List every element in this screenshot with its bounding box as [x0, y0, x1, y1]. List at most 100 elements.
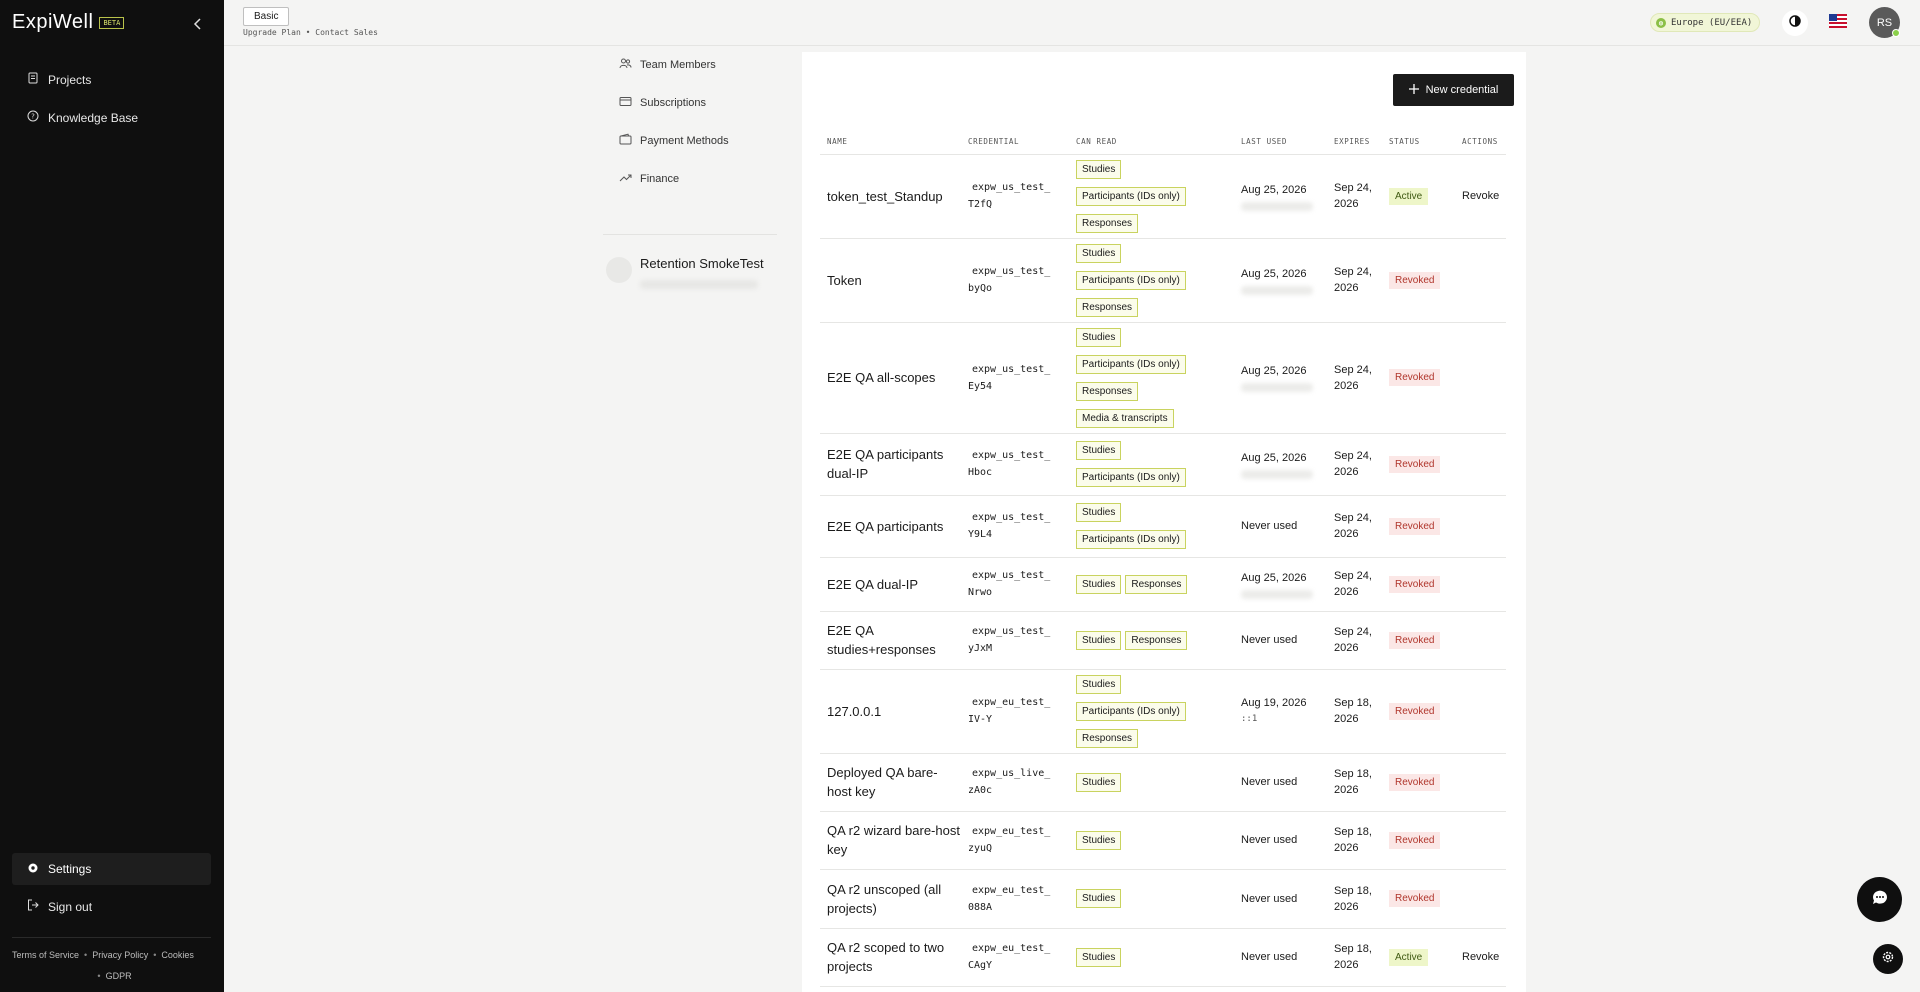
credential-key[interactable]: expw_eu_test_ 088A [961, 869, 1069, 929]
column-header-expires[interactable]: EXPIRES [1327, 129, 1382, 155]
cookies-link[interactable]: Cookies [161, 950, 194, 960]
status-cell: Revoked [1382, 495, 1455, 558]
subnav-item-team-members[interactable]: Team Members [619, 57, 716, 73]
status-cell: Active [1382, 928, 1455, 987]
subnav-item-subscriptions[interactable]: Subscriptions [619, 95, 706, 111]
privacy-link[interactable]: Privacy Policy [92, 950, 148, 960]
subnav-item-finance[interactable]: Finance [619, 171, 679, 187]
table-row: Deployed QA bare-host key expw_us_live_ zA… [820, 753, 1506, 812]
terms-link[interactable]: Terms of Service [12, 950, 79, 960]
user-avatar[interactable]: RS [1869, 7, 1900, 38]
new-credential-label: New credential [1425, 84, 1499, 96]
credentials-table: NAME CREDENTIAL CAN READ LAST USED EXPIR… [820, 129, 1506, 987]
new-credential-button[interactable]: New credential [1393, 74, 1514, 106]
can-read-scopes: Studies Participants (IDs only) Responses [1069, 154, 1234, 239]
last-used-ip-blurred [1241, 589, 1313, 599]
credential-key[interactable]: expw_us_test_ Ey54 [961, 322, 1069, 434]
table-row: E2E QA studies+responses expw_us_test_ yJx… [820, 611, 1506, 670]
can-read-scopes: Studies Participants (IDs only) [1069, 495, 1234, 558]
credential-key[interactable]: expw_us_test_ Nrwo [961, 557, 1069, 612]
revoke-button[interactable]: Revoke [1462, 190, 1499, 202]
gdpr-link[interactable]: GDPR [106, 971, 132, 981]
scope-badge: Studies [1076, 947, 1122, 967]
status-cell: Revoked [1382, 433, 1455, 496]
theme-toggle-button[interactable] [1782, 10, 1808, 36]
table-row: E2E QA dual-IP expw_us_test_ Nrwo Studies Re… [820, 557, 1506, 612]
credential-prefix: expw_us_test_ [972, 512, 1051, 523]
actions-cell [1455, 557, 1506, 612]
region-selector[interactable]: ◍ Europe (EU/EEA) [1650, 13, 1761, 32]
expires-date: Sep 18, 2026 [1327, 928, 1382, 987]
project-switcher[interactable]: Retention SmokeTest [606, 252, 776, 294]
scope-badge: Responses [1076, 213, 1139, 233]
credential-key[interactable]: expw_us_live_ zA0c [961, 753, 1069, 812]
credential-key[interactable]: expw_us_test_ Hboc [961, 433, 1069, 496]
last-used-ip-blurred [1241, 201, 1313, 211]
preferences-button[interactable] [1873, 944, 1903, 974]
last-used-date: Aug 25, 2026 [1241, 267, 1307, 280]
us-flag-icon[interactable] [1829, 14, 1847, 28]
sidebar-item-projects[interactable]: Projects [27, 72, 91, 87]
plus-icon [1408, 83, 1419, 97]
sign-out-button[interactable]: Sign out [27, 899, 92, 914]
credential-key[interactable]: expw_us_test_ byQo [961, 238, 1069, 323]
contact-sales-link[interactable]: Contact Sales [315, 28, 378, 37]
last-used-cell: Never used [1234, 495, 1327, 558]
last-used-cell: Never used [1234, 811, 1327, 870]
can-read-scopes: Studies [1069, 928, 1234, 987]
column-header-credential[interactable]: CREDENTIAL [961, 129, 1069, 155]
scope-badge: Participants (IDs only) [1076, 530, 1186, 549]
can-read-scopes: Studies Responses [1069, 557, 1234, 612]
expires-date: Sep 24, 2026 [1327, 495, 1382, 558]
status-badge: Revoked [1389, 455, 1441, 473]
credential-suffix: CAgY [968, 960, 993, 971]
can-read-scopes: Studies [1069, 811, 1234, 870]
column-header-can-read[interactable]: CAN READ [1069, 129, 1234, 155]
credentials-table-body: token_test_Standup expw_us_test_ T2fQ Studi… [820, 154, 1506, 987]
top-bar: Basic Upgrade Plan • Contact Sales ◍ Eur… [224, 0, 1920, 46]
collapse-sidebar-icon[interactable] [190, 16, 206, 32]
credential-key[interactable]: expw_eu_test_ zyuQ [961, 811, 1069, 870]
status-badge: Revoked [1389, 369, 1441, 386]
gear-icon [27, 862, 39, 877]
credential-key[interactable]: expw_eu_test_ IV-Y [961, 669, 1069, 754]
scope-badge: Studies [1076, 327, 1122, 347]
column-header-name[interactable]: NAME [820, 129, 961, 155]
sidebar-item-knowledge-base[interactable]: ? Knowledge Base [27, 110, 138, 125]
scope-badge: Participants (IDs only) [1076, 354, 1186, 374]
credential-prefix: expw_us_test_ [972, 363, 1051, 375]
column-header-last-used[interactable]: LAST USED [1234, 129, 1327, 155]
credential-key[interactable]: expw_us_test_ T2fQ [961, 154, 1069, 239]
table-row: token_test_Standup expw_us_test_ T2fQ Studi… [820, 154, 1506, 239]
revoke-button[interactable]: Revoke [1462, 951, 1499, 963]
column-header-status[interactable]: STATUS [1382, 129, 1455, 155]
sidebar-item-label: Knowledge Base [48, 110, 139, 125]
project-avatar [606, 257, 632, 283]
last-used-date: Never used [1241, 951, 1298, 963]
credential-prefix: expw_us_test_ [972, 266, 1051, 277]
credential-key[interactable]: expw_us_test_ Y9L4 [961, 495, 1069, 558]
credential-prefix: expw_eu_test_ [972, 826, 1051, 837]
actions-cell: Revoke [1455, 928, 1506, 987]
scope-badge: Responses [1125, 574, 1188, 594]
sidebar-item-label: Projects [48, 72, 92, 87]
status-badge: Revoked [1389, 271, 1441, 289]
avatar-initials: RS [1876, 16, 1893, 29]
credential-suffix: zyuQ [968, 843, 993, 854]
upgrade-plan-link[interactable]: Upgrade Plan [243, 28, 301, 37]
actions-cell [1455, 238, 1506, 323]
subnav-item-payment-methods[interactable]: Payment Methods [619, 133, 729, 149]
last-used-date: Aug 25, 2026 [1241, 365, 1307, 377]
scope-badge: Responses [1076, 381, 1139, 401]
expires-date: Sep 24, 2026 [1327, 433, 1382, 496]
credential-key[interactable]: expw_us_test_ yJxM [961, 611, 1069, 670]
trend-icon [619, 171, 632, 187]
credential-key[interactable]: expw_eu_test_ CAgY [961, 928, 1069, 987]
chat-support-button[interactable] [1857, 877, 1902, 922]
brand-logo[interactable]: ExpiWell BETA [12, 11, 125, 34]
status-cell: Active [1382, 154, 1455, 239]
expires-date: Sep 18, 2026 [1327, 869, 1382, 929]
sidebar-item-settings[interactable]: Settings [12, 853, 211, 885]
actions-cell [1455, 753, 1506, 812]
status-cell: Revoked [1382, 869, 1455, 929]
